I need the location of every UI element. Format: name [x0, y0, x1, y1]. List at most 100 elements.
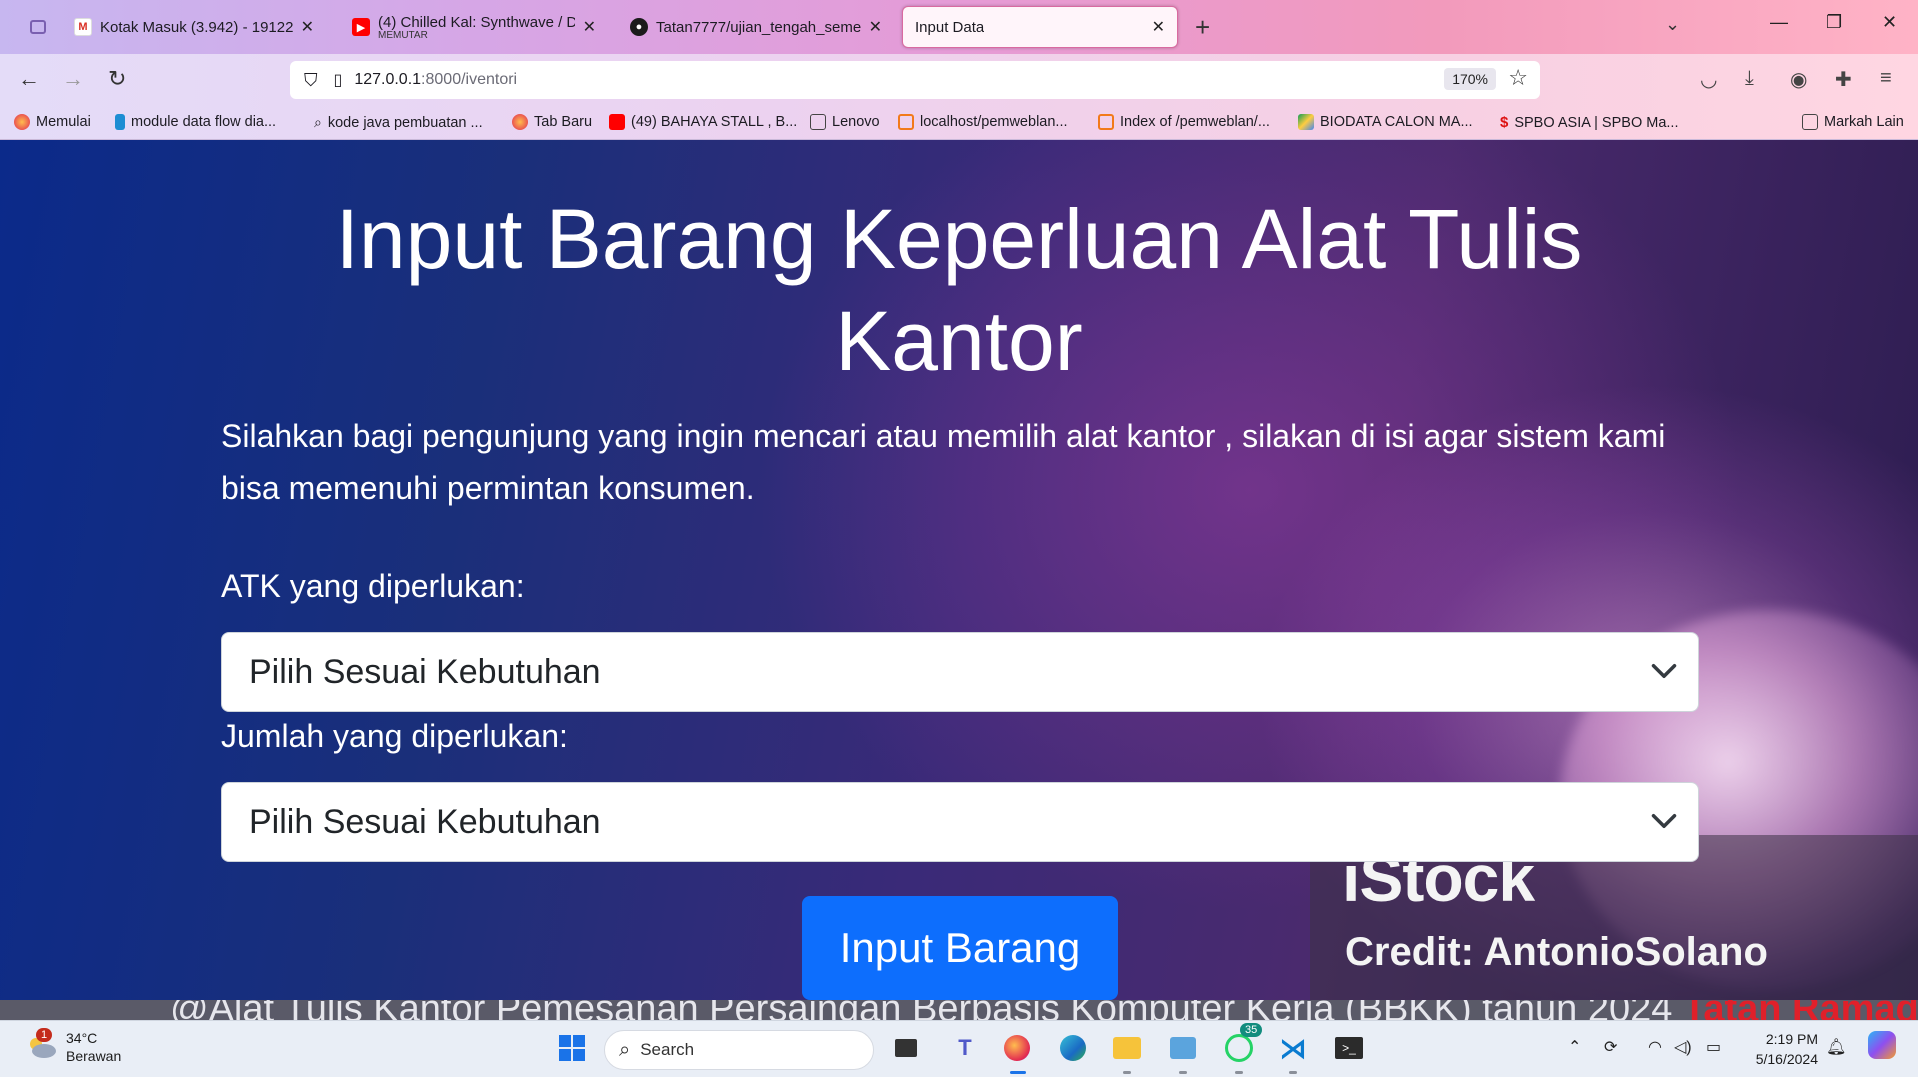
wifi-icon[interactable]: ◠ [1648, 1037, 1662, 1057]
bing-icon [115, 114, 125, 130]
whatsapp-badge: 35 [1240, 1023, 1263, 1037]
tab-overview-button[interactable] [18, 6, 58, 48]
url-path: :8000/iventori [421, 71, 518, 88]
forward-arrow-icon[interactable]: → [62, 66, 84, 92]
page-icon[interactable]: ▯ [334, 70, 343, 90]
windows-taskbar: 1 34°C Berawan ⌕ Search T 35 ⋊ >_ ⌃ ⟳ ◠ … [0, 1020, 1918, 1077]
extensions-icon[interactable]: ✚ [1835, 67, 1852, 92]
xampp-icon [1098, 114, 1114, 130]
volume-icon[interactable]: ◁) [1674, 1037, 1692, 1057]
tab-gmail[interactable]: M Kotak Masuk (3.942) - 19122000 ✕ [62, 6, 326, 48]
pocket-icon[interactable]: ◡ [1700, 67, 1717, 92]
terminal-icon[interactable]: >_ [1332, 1031, 1366, 1065]
file-explorer-icon[interactable] [1110, 1031, 1144, 1065]
account-icon[interactable]: ◉ [1790, 67, 1807, 92]
weather-widget[interactable]: 1 34°C Berawan [26, 1028, 122, 1065]
address-bar[interactable]: ⛉ ▯ 127.0.0.1 :8000/iventori 170% ☆ [290, 61, 1540, 99]
bookmark-label: Lenovo [832, 114, 880, 130]
shield-icon[interactable]: ⛉ [304, 70, 318, 91]
whatsapp-icon[interactable]: 35 [1222, 1023, 1263, 1065]
page-description: Silahkan bagi pengunjung yang ingin menc… [221, 418, 1666, 506]
active-app-indicator [1010, 1071, 1026, 1074]
close-tab-icon[interactable]: ✕ [1152, 17, 1165, 37]
bookmark-item[interactable]: Lenovo [810, 114, 880, 130]
new-tab-button[interactable]: + [1195, 12, 1210, 43]
battery-icon[interactable]: ▭ [1706, 1037, 1721, 1057]
weather-temperature: 34°C [66, 1030, 98, 1046]
reload-icon[interactable]: ↻ [108, 66, 126, 92]
jumlah-select[interactable]: Pilih Sesuai Kebutuhan [221, 782, 1699, 862]
clock-time: 2:19 PM [1765, 1031, 1818, 1047]
copilot-icon[interactable] [1868, 1031, 1896, 1064]
tab-youtube[interactable]: ▶ (4) Chilled Kal: Synthwave / Dre MEMUT… [340, 6, 608, 48]
restore-icon[interactable]: ❐ [1826, 12, 1842, 33]
control-panel-icon[interactable] [1166, 1031, 1200, 1065]
clock[interactable]: 2:19 PM 5/16/2024 [1740, 1029, 1818, 1069]
atk-select-value: Pilih Sesuai Kebutuhan [249, 652, 601, 691]
xampp-icon [898, 114, 914, 130]
app-indicator [1123, 1071, 1131, 1074]
footer-author: Tatan Ramadhani [1683, 1000, 1918, 1020]
bookmark-item[interactable]: (49) BAHAYA STALL , B... [609, 114, 797, 130]
tab-overview-icon [30, 20, 46, 34]
youtube-icon: ▶ [352, 18, 370, 36]
close-tab-icon[interactable]: ✕ [869, 17, 882, 37]
taskbar-search-box[interactable]: ⌕ Search [604, 1030, 874, 1070]
vscode-icon[interactable]: ⋊ [1276, 1031, 1310, 1065]
search-icon: ⌕ [619, 1038, 631, 1061]
other-bookmarks[interactable]: Markah Lain [1802, 114, 1904, 130]
list-all-tabs-chevron-icon[interactable]: ⌄ [1665, 14, 1680, 35]
firefox-taskbar-icon[interactable] [1000, 1031, 1034, 1065]
tab-github[interactable]: ● Tatan7777/ujian_tengah_semest ✕ [618, 6, 894, 48]
tab-playing-label: MEMUTAR [378, 29, 428, 41]
jumlah-label: Jumlah yang diperlukan: [221, 718, 568, 754]
bookmark-label: localhost/pemweblan... [920, 114, 1068, 130]
spbo-icon: $ [1500, 114, 1509, 131]
close-tab-icon[interactable]: ✕ [301, 17, 314, 37]
folder-icon [1802, 114, 1818, 130]
chevron-down-icon [1651, 814, 1677, 828]
atk-select[interactable]: Pilih Sesuai Kebutuhan [221, 632, 1699, 712]
bookmark-item[interactable]: module data flow dia... [115, 114, 276, 130]
bookmark-item[interactable]: Index of /pemweblan/... [1098, 114, 1270, 130]
istock-credit: Credit: AntonioSolano [1345, 930, 1768, 974]
back-arrow-icon[interactable]: ← [18, 66, 40, 92]
firefox-icon [14, 114, 30, 130]
jumlah-select-value: Pilih Sesuai Kebutuhan [249, 802, 601, 841]
bookmark-label: SPBO ASIA | SPBO Ma... [1514, 114, 1679, 131]
bookmark-label: BIODATA CALON MA... [1320, 114, 1473, 130]
close-tab-icon[interactable]: ✕ [583, 17, 596, 37]
bookmark-item[interactable]: Memulai [14, 114, 91, 130]
weather-description: Berawan [66, 1048, 122, 1064]
folder-icon [810, 114, 826, 130]
show-hidden-icons-chevron-icon[interactable]: ⌃ [1568, 1037, 1581, 1057]
bookmark-label: module data flow dia... [131, 114, 277, 130]
bookmark-item[interactable]: localhost/pemweblan... [898, 114, 1068, 130]
minimize-icon[interactable]: — [1770, 12, 1788, 33]
windows-start-icon[interactable] [555, 1031, 589, 1065]
bookmark-star-icon[interactable]: ☆ [1508, 65, 1528, 91]
teams-icon[interactable]: T [948, 1031, 982, 1065]
input-barang-button[interactable]: Input Barang [802, 896, 1118, 1000]
tab-title: Tatan7777/ujian_tengah_semest [656, 18, 861, 36]
tab-title: Kotak Masuk (3.942) - 19122000 [100, 18, 293, 36]
bookmark-item[interactable]: Tab Baru [512, 114, 592, 130]
bookmark-item[interactable]: BIODATA CALON MA... [1298, 114, 1473, 130]
bookmark-item[interactable]: $ SPBO ASIA | SPBO Ma... [1500, 114, 1678, 131]
download-icon[interactable]: ⤓ [1745, 67, 1754, 90]
menu-icon[interactable]: ≡ [1880, 67, 1892, 90]
close-window-icon[interactable]: ✕ [1882, 12, 1897, 33]
bookmark-item[interactable]: ⌕ kode java pembuatan ... [314, 114, 483, 131]
sync-icon[interactable]: ⟳ [1604, 1037, 1617, 1057]
firefox-icon [512, 114, 528, 130]
notification-bell-icon[interactable]: 🔔︎ [1826, 1037, 1846, 1057]
bookmark-label: (49) BAHAYA STALL , B... [631, 114, 798, 130]
other-bookmarks-label: Markah Lain [1824, 114, 1904, 130]
tab-input-data[interactable]: Input Data ✕ [902, 6, 1178, 48]
atk-label: ATK yang diperlukan: [221, 568, 525, 604]
zoom-level-button[interactable]: 170% [1444, 68, 1496, 90]
task-view-icon[interactable] [889, 1031, 923, 1065]
tab-bar: M Kotak Masuk (3.942) - 19122000 ✕ ▶ (4)… [0, 0, 1918, 54]
bookmark-label: kode java pembuatan ... [327, 114, 483, 131]
edge-icon[interactable] [1056, 1031, 1090, 1065]
